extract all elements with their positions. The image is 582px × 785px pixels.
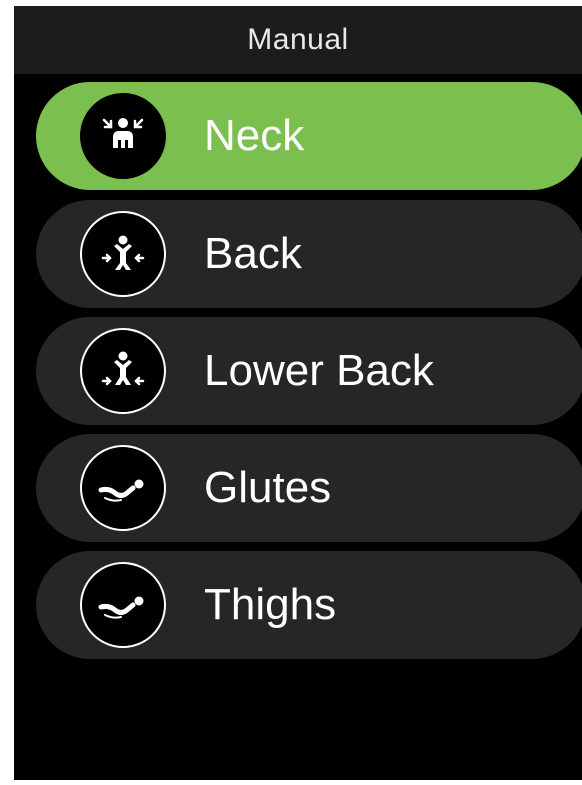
- menu-item-label: Back: [204, 229, 302, 278]
- menu-item-label: Neck: [204, 111, 305, 160]
- screen: Manual Neck Back Lower Back Glutes Thigh…: [14, 6, 582, 780]
- reclined-body-icon: [80, 562, 166, 648]
- back-massage-icon: [80, 211, 166, 297]
- reclined-body-icon: [80, 445, 166, 531]
- menu-item-label: Thighs: [204, 580, 337, 629]
- neck-massage-icon: [80, 93, 166, 179]
- header-bar: Manual: [14, 6, 582, 74]
- menu-item-label: Lower Back: [204, 346, 434, 395]
- page-title: Manual: [247, 23, 349, 56]
- menu-item-back[interactable]: Back: [36, 200, 582, 308]
- menu-item-label: Glutes: [204, 463, 332, 512]
- menu-item-thighs[interactable]: Thighs: [36, 551, 582, 659]
- lower-back-massage-icon: [80, 328, 166, 414]
- menu-item-lower-back[interactable]: Lower Back: [36, 317, 582, 425]
- menu-item-glutes[interactable]: Glutes: [36, 434, 582, 542]
- menu-item-neck[interactable]: Neck: [36, 82, 582, 190]
